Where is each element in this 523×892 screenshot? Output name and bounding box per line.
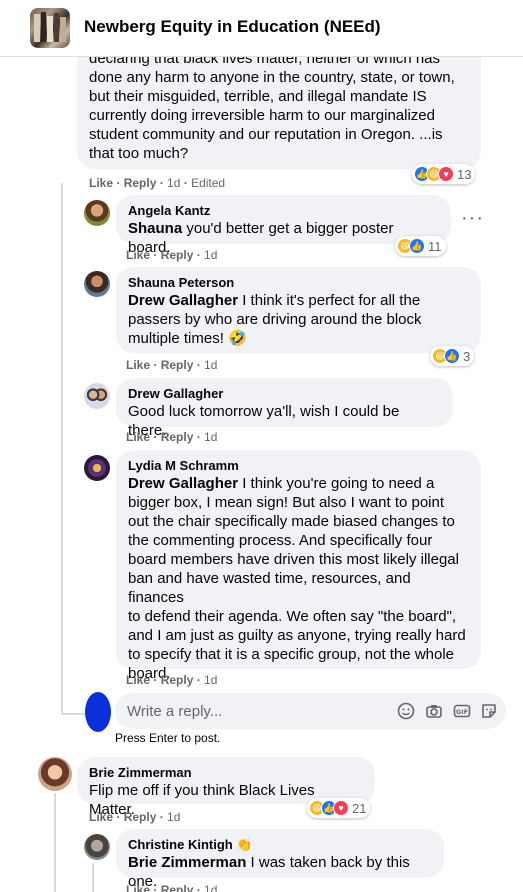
like-reaction-icon: 👍 xyxy=(409,238,425,254)
emoji-icon[interactable] xyxy=(396,701,416,721)
comment-author[interactable]: Brie Zimmerman xyxy=(89,765,363,781)
group-cover-image xyxy=(34,12,66,42)
avatar[interactable] xyxy=(84,383,110,409)
timestamp[interactable]: 1d xyxy=(167,176,180,190)
more-options-icon[interactable]: ··· xyxy=(461,207,484,230)
avatar[interactable] xyxy=(84,834,110,860)
thread-line xyxy=(54,793,56,892)
group-title[interactable]: Newberg Equity in Education (NEEd) xyxy=(84,17,381,37)
comment-bubble: Drew Gallagher Good luck tomorrow ya'll,… xyxy=(116,378,453,439)
comment-bubble: Brie Zimmerman Flip me off if you think … xyxy=(77,757,375,818)
reaction-count: 11 xyxy=(428,238,442,254)
reply-link[interactable]: Reply xyxy=(124,176,157,190)
reaction-summary[interactable]: 😆 👍 11 xyxy=(395,236,446,256)
like-link[interactable]: Like xyxy=(126,430,150,444)
like-link[interactable]: Like xyxy=(89,810,113,824)
comment-text: I think you're going to need a bigger bo… xyxy=(128,475,466,682)
like-link[interactable]: Like xyxy=(126,358,150,372)
comment-author[interactable]: Christine Kintigh 👏 xyxy=(128,837,432,853)
like-link[interactable]: Like xyxy=(89,176,113,190)
comment-author[interactable]: Angela Kantz xyxy=(128,203,439,219)
mention[interactable]: Brie Zimmerman xyxy=(128,854,246,871)
mention[interactable]: Drew Gallagher xyxy=(128,475,238,492)
comment-actions: Like · Reply · 1d xyxy=(89,810,181,824)
mention[interactable]: Shauna xyxy=(128,220,182,237)
comment-actions: Like · Reply · 1d xyxy=(126,358,218,372)
avatar[interactable] xyxy=(84,200,110,226)
thread-line xyxy=(61,183,63,713)
reply-hint: Press Enter to post. xyxy=(115,731,221,745)
comment-actions: Like · Reply · 1d xyxy=(126,883,217,892)
avatar[interactable] xyxy=(38,757,72,791)
sticker-icon[interactable] xyxy=(479,701,499,721)
love-reaction-icon: ♥ xyxy=(333,800,349,816)
like-link[interactable]: Like xyxy=(126,883,150,892)
reaction-summary[interactable]: 👍 😆 ♥ 13 xyxy=(412,164,476,184)
comment-bubble: Christine Kintigh 👏 Brie Zimmerman I was… xyxy=(116,829,444,890)
comments-feed: declaring that black lives matter, neith… xyxy=(0,57,523,892)
comment-bubble: Lydia M Schramm Drew Gallagher I think y… xyxy=(116,450,481,682)
reply-link[interactable]: Reply xyxy=(161,358,194,372)
current-user-avatar[interactable] xyxy=(85,692,111,732)
reply-link[interactable]: Reply xyxy=(124,810,157,824)
comment-author[interactable]: Lydia M Schramm xyxy=(128,458,469,474)
reaction-count: 3 xyxy=(463,348,471,364)
timestamp[interactable]: 1d xyxy=(167,810,180,824)
comment-actions: Like · Reply · 1d xyxy=(126,248,218,262)
reply-link[interactable]: Reply xyxy=(161,430,194,444)
timestamp[interactable]: 1d xyxy=(204,358,217,372)
avatar[interactable] xyxy=(84,271,110,297)
reaction-summary[interactable]: 😆 👍 ♥ 21 xyxy=(307,798,371,818)
comment-author[interactable]: Drew Gallagher xyxy=(128,386,441,402)
group-avatar[interactable] xyxy=(30,8,70,48)
camera-icon[interactable] xyxy=(424,701,444,721)
love-reaction-icon: ♥ xyxy=(438,166,454,182)
comment-actions: Like · Reply · 1d · Edited xyxy=(89,176,226,190)
like-reaction-icon: 👍 xyxy=(444,348,460,364)
reply-composer: GIF xyxy=(115,693,506,729)
comment-bubble: declaring that black lives matter, neith… xyxy=(77,57,481,169)
timestamp[interactable]: 1d xyxy=(204,883,217,892)
comment-bubble: Shauna Peterson Drew Gallagher I think i… xyxy=(116,267,481,353)
mention[interactable]: Drew Gallagher xyxy=(128,292,238,309)
group-header: Newberg Equity in Education (NEEd) xyxy=(0,0,523,57)
avatar[interactable] xyxy=(84,455,110,481)
reaction-count: 13 xyxy=(457,166,472,182)
timestamp[interactable]: 1d xyxy=(204,248,217,262)
reply-link[interactable]: Reply xyxy=(161,673,194,687)
reaction-summary[interactable]: 😆 👍 3 xyxy=(430,346,475,366)
like-link[interactable]: Like xyxy=(126,248,150,262)
svg-text:GIF: GIF xyxy=(456,708,468,716)
gif-icon[interactable]: GIF xyxy=(452,701,472,721)
reply-link[interactable]: Reply xyxy=(161,248,194,262)
comment-text: declaring that black lives matter, neith… xyxy=(89,57,455,162)
comment-actions: Like · Reply · 1d xyxy=(126,673,218,687)
comment-actions: Like · Reply · 1d xyxy=(126,430,218,444)
thread-line xyxy=(92,863,94,892)
reply-input[interactable] xyxy=(127,693,377,729)
edited-label: Edited xyxy=(191,176,226,190)
reaction-count: 21 xyxy=(352,800,367,816)
timestamp[interactable]: 1d xyxy=(204,430,217,444)
reply-link[interactable]: Reply xyxy=(161,883,194,892)
comment-author[interactable]: Shauna Peterson xyxy=(128,275,469,291)
timestamp[interactable]: 1d xyxy=(204,673,217,687)
like-link[interactable]: Like xyxy=(126,673,150,687)
clap-hand-icon: 👏 xyxy=(236,837,253,852)
